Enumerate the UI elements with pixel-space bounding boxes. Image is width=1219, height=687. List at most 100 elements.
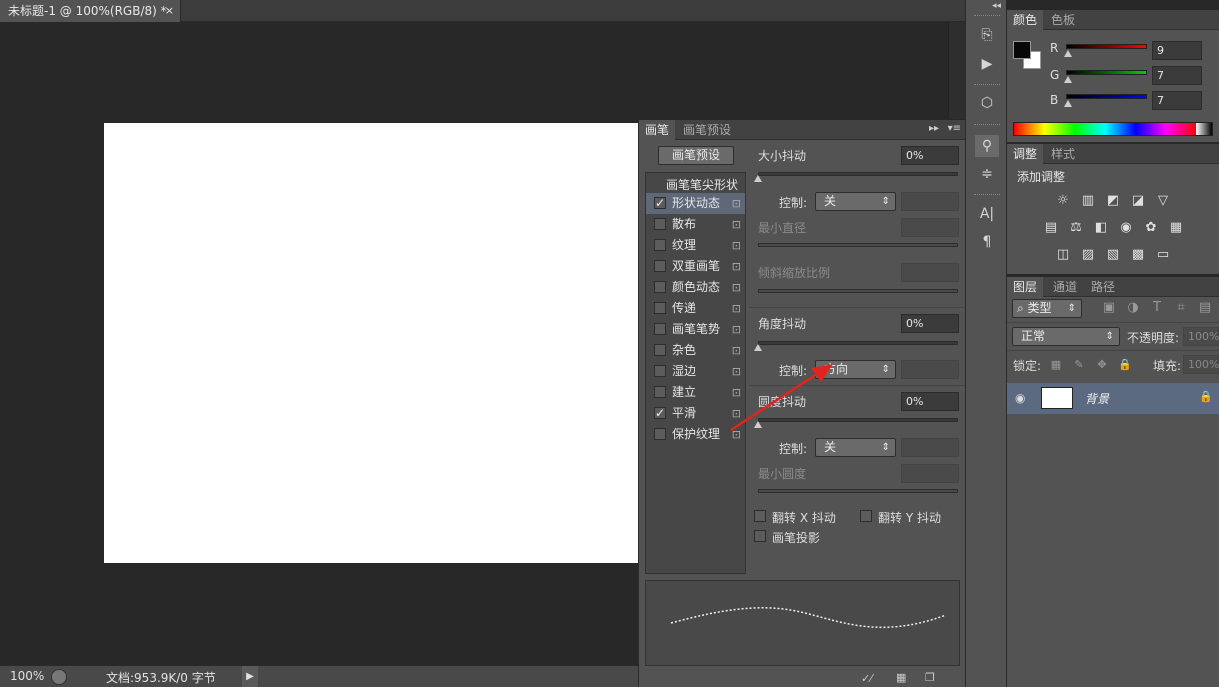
photo-filter-icon[interactable]: ◉	[1117, 219, 1135, 237]
panel-menu-icon[interactable]: ▾≡	[948, 123, 961, 134]
flip-y-checkbox[interactable]	[860, 510, 872, 522]
fill-field[interactable]: 100%	[1183, 355, 1219, 374]
brush-setting-checkbox[interactable]	[654, 302, 666, 314]
r-slider[interactable]	[1066, 44, 1147, 49]
brush-presets-button[interactable]: 画笔预设	[658, 146, 734, 165]
brush-setting-checkbox[interactable]	[654, 428, 666, 440]
angle-jitter-slider-knob[interactable]	[754, 344, 762, 351]
filter-pixel-icon[interactable]: ▣	[1100, 299, 1118, 317]
black-white-icon[interactable]: ◧	[1092, 219, 1110, 237]
lock-position-icon[interactable]: ✥	[1093, 356, 1111, 374]
r-slider-knob[interactable]	[1064, 50, 1072, 57]
tab-paths[interactable]: 路径	[1085, 277, 1121, 297]
g-slider[interactable]	[1066, 70, 1147, 75]
layer-row-background[interactable]: ◉ 背景 🔒	[1007, 383, 1219, 414]
brush-setting-checkbox[interactable]	[654, 239, 666, 251]
invert-icon[interactable]: ◫	[1054, 246, 1072, 264]
color-balance-icon[interactable]: ⚖	[1067, 219, 1085, 237]
layer-filter-select[interactable]: ⌕ 类型 ⇕	[1012, 299, 1082, 318]
document-tab[interactable]: 未标题-1 @ 100%(RGB/8) * ×	[0, 0, 181, 22]
gradient-map-icon[interactable]: ▭	[1154, 246, 1172, 264]
brush-setting-checkbox[interactable]	[654, 323, 666, 335]
b-slider-knob[interactable]	[1064, 100, 1072, 107]
color-spectrum-bar[interactable]	[1013, 122, 1213, 136]
tab-layers[interactable]: 图层	[1007, 277, 1044, 297]
brush-projection-checkbox[interactable]	[754, 530, 766, 542]
flip-x-checkbox[interactable]	[754, 510, 766, 522]
tab-adjustments[interactable]: 调整	[1007, 144, 1044, 164]
b-slider[interactable]	[1066, 94, 1147, 99]
tab-brush[interactable]: 画笔	[639, 120, 676, 140]
toggle-preview-icon[interactable]: ✓⁄	[861, 672, 872, 685]
control-select-1[interactable]: 关 ⇕	[815, 192, 896, 211]
brush-panel-icon[interactable]: ⚲	[975, 135, 999, 157]
character-icon[interactable]: A|	[975, 203, 999, 225]
lock-all-icon[interactable]: 🔒	[1116, 356, 1134, 374]
layer-name[interactable]: 背景	[1085, 390, 1109, 407]
brush-setting-checkbox[interactable]	[654, 344, 666, 356]
tip-shape-header[interactable]: 画笔笔尖形状	[666, 176, 738, 193]
posterize-icon[interactable]: ▨	[1079, 246, 1097, 264]
3d-icon[interactable]: ⬡	[975, 92, 999, 114]
control-select-3[interactable]: 关 ⇕	[815, 438, 896, 457]
g-slider-knob[interactable]	[1064, 76, 1072, 83]
eye-icon[interactable]: ◉	[1015, 391, 1025, 405]
curves-icon[interactable]: ◩	[1104, 192, 1122, 210]
tab-swatches[interactable]: 色板	[1045, 10, 1081, 30]
size-jitter-slider-knob[interactable]	[754, 175, 762, 182]
channel-mixer-icon[interactable]: ✿	[1142, 219, 1160, 237]
lock-icon[interactable]: ⊡	[732, 340, 741, 361]
brush-setting-checkbox[interactable]	[654, 386, 666, 398]
size-jitter-field[interactable]: 0%	[901, 146, 959, 165]
tab-color[interactable]: 颜色	[1007, 10, 1044, 30]
angle-jitter-field[interactable]: 0%	[901, 314, 959, 333]
brush-setting-checkbox[interactable]	[654, 218, 666, 230]
filter-adjustment-icon[interactable]: ◑	[1124, 299, 1142, 317]
filter-type-icon[interactable]: T	[1148, 299, 1166, 317]
blend-mode-select[interactable]: 正常 ⇕	[1012, 327, 1120, 346]
brush-setting-item[interactable]: ✓ 形状动态 ⊡	[646, 193, 745, 214]
lock-icon[interactable]: ⊡	[732, 214, 741, 235]
lock-icon[interactable]: ⊡	[732, 235, 741, 256]
status-menu-icon[interactable]	[51, 669, 67, 685]
tab-styles[interactable]: 样式	[1045, 144, 1081, 164]
actions-play-icon[interactable]: ▶	[975, 53, 999, 75]
levels-icon[interactable]: ▥	[1079, 192, 1097, 210]
close-tab-icon[interactable]: ×	[165, 0, 174, 22]
zoom-level[interactable]: 100%	[10, 669, 44, 683]
hue-saturation-icon[interactable]: ▤	[1042, 219, 1060, 237]
lock-transparency-icon[interactable]: ▦	[1047, 356, 1065, 374]
brightness-contrast-icon[interactable]: ☼	[1054, 192, 1072, 210]
roundness-jitter-field[interactable]: 0%	[901, 392, 959, 411]
lock-icon[interactable]: ⊡	[732, 319, 741, 340]
vertical-scrollbar[interactable]	[948, 22, 965, 119]
brush-setting-checkbox[interactable]	[654, 365, 666, 377]
collapse-dock-icon[interactable]: ◂◂	[992, 1, 1001, 11]
brush-setting-checkbox[interactable]: ✓	[654, 197, 666, 209]
vibrance-icon[interactable]: ▽	[1154, 192, 1172, 210]
brush-setting-item[interactable]: 传递 ⊡	[646, 298, 745, 319]
brush-setting-item[interactable]: 双重画笔 ⊡	[646, 256, 745, 277]
tab-channels[interactable]: 通道	[1047, 277, 1083, 297]
exposure-icon[interactable]: ◪	[1129, 192, 1147, 210]
new-brush-icon[interactable]: ❐	[925, 671, 935, 684]
brush-setting-item[interactable]: 画笔笔势 ⊡	[646, 319, 745, 340]
lock-icon[interactable]: ⊡	[732, 277, 741, 298]
lock-icon[interactable]: ⊡	[732, 193, 741, 214]
paragraph-icon[interactable]: ¶	[975, 231, 999, 253]
g-value-field[interactable]: 7	[1152, 66, 1202, 85]
collapse-panel-icon[interactable]: ▸▸	[929, 123, 939, 134]
opacity-field[interactable]: 100%	[1183, 327, 1219, 346]
brush-setting-item[interactable]: 颜色动态 ⊡	[646, 277, 745, 298]
history-icon[interactable]: ⎘	[975, 24, 999, 46]
lock-icon[interactable]: ⊡	[732, 298, 741, 319]
color-lookup-icon[interactable]: ▦	[1167, 219, 1185, 237]
brush-setting-checkbox[interactable]	[654, 260, 666, 272]
foreground-color-swatch[interactable]	[1013, 41, 1031, 59]
status-arrow-icon[interactable]: ▶	[242, 666, 258, 687]
document-canvas[interactable]	[104, 123, 638, 563]
selective-color-icon[interactable]: ▩	[1129, 246, 1147, 264]
b-value-field[interactable]: 7	[1152, 91, 1202, 110]
lock-pixels-icon[interactable]: ✎	[1070, 356, 1088, 374]
brush-setting-item[interactable]: 纹理 ⊡	[646, 235, 745, 256]
